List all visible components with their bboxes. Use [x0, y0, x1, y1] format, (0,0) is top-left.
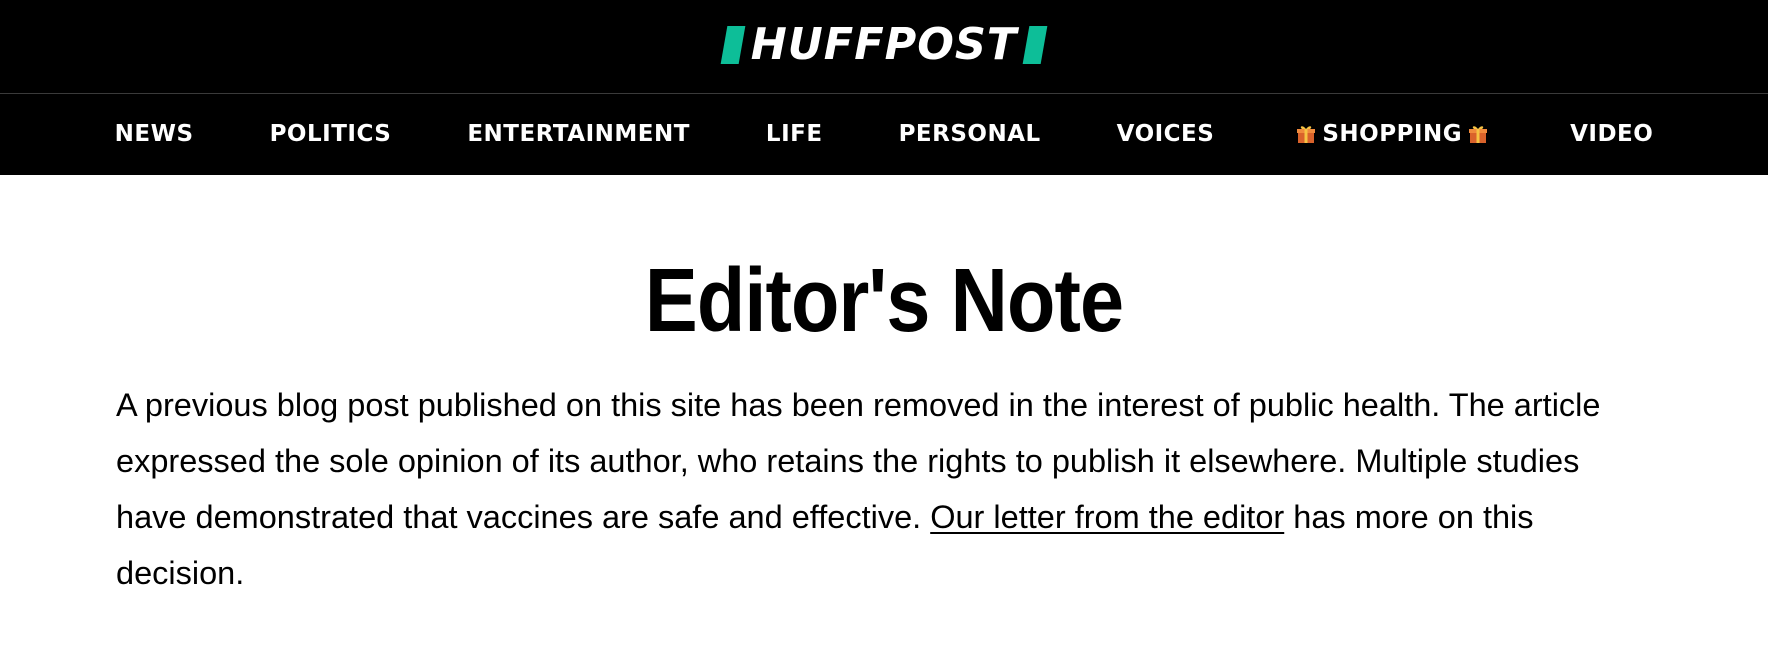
huffpost-logo[interactable]: HUFFPOST [720, 18, 1048, 70]
nav-item-life[interactable]: LIFE [766, 121, 823, 147]
page-title: Editor's Note [644, 251, 1124, 351]
nav-item-shopping[interactable]: SHOPPING [1290, 121, 1494, 147]
nav-item-shopping-label: SHOPPING [1322, 120, 1463, 147]
editors-note-paragraph: A previous blog post published on this s… [116, 377, 1652, 601]
main-navigation: NEWS POLITICS ENTERTAINMENT LIFE PERSONA… [0, 94, 1768, 175]
gift-icon [1297, 125, 1316, 143]
logo-left-bar [720, 25, 746, 64]
nav-item-personal[interactable]: PERSONAL [899, 121, 1041, 147]
nav-item-politics[interactable]: POLITICS [270, 121, 392, 147]
site-header: HUFFPOST [0, 0, 1768, 94]
nav-item-voices[interactable]: VOICES [1117, 121, 1215, 147]
editor-letter-link[interactable]: Our letter from the editor [930, 499, 1284, 535]
editors-note-section: Editor's Note A previous blog post publi… [0, 175, 1768, 601]
nav-item-news[interactable]: NEWS [115, 121, 194, 147]
logo-right-bar [1022, 25, 1048, 64]
logo-text: HUFFPOST [750, 18, 1018, 70]
nav-item-video[interactable]: VIDEO [1570, 121, 1653, 147]
gift-icon [1469, 125, 1488, 143]
nav-item-entertainment[interactable]: ENTERTAINMENT [467, 121, 690, 147]
